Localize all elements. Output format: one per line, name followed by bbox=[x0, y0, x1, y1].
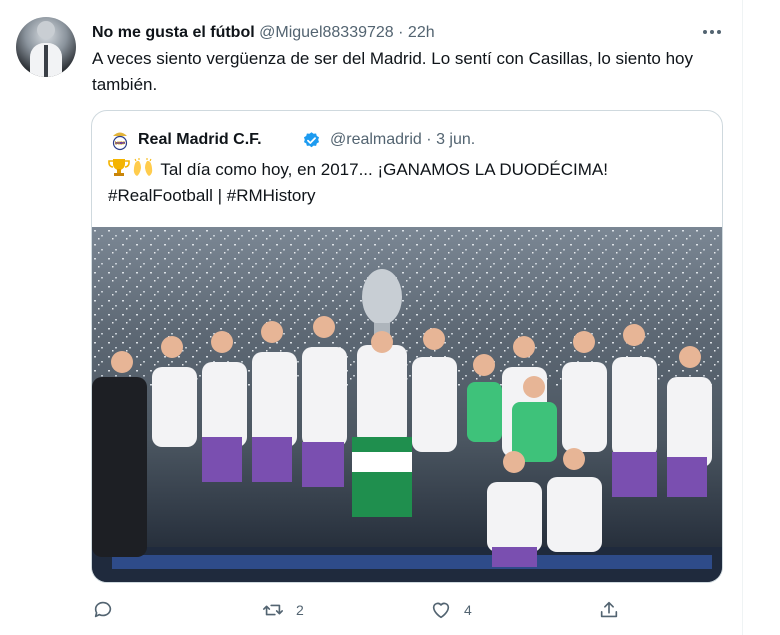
header-separator: · bbox=[398, 24, 404, 41]
retweet-count: 2 bbox=[296, 602, 304, 618]
quoted-date[interactable]: 3 jun. bbox=[436, 131, 475, 148]
like-icon bbox=[432, 602, 450, 619]
quoted-handle[interactable]: @realmadrid bbox=[330, 131, 422, 148]
quoted-hashtags[interactable]: #RealFootball | #RMHistory bbox=[108, 183, 708, 209]
share-button[interactable] bbox=[598, 596, 632, 624]
quoted-text-line1: Tal día como hoy, en 2017... ¡GANAMOS LA… bbox=[160, 160, 608, 179]
celebration-photo-illustration bbox=[92, 227, 722, 582]
avatar[interactable] bbox=[16, 17, 76, 77]
quoted-author-name[interactable]: Real Madrid C.F. bbox=[138, 127, 262, 153]
quoted-text: Tal día como hoy, en 2017... ¡GANAMOS LA… bbox=[108, 157, 708, 209]
author-name[interactable]: No me gusta el fútbol bbox=[92, 24, 255, 41]
share-icon bbox=[600, 601, 618, 618]
verified-badge-icon bbox=[303, 132, 320, 148]
reply-button[interactable] bbox=[92, 596, 126, 624]
tweet-time[interactable]: 22h bbox=[408, 24, 435, 41]
avatar-trophy bbox=[37, 21, 55, 39]
quoted-separator: · bbox=[426, 131, 432, 148]
tweet-text: A veces siento vergüenza de ser del Madr… bbox=[92, 49, 694, 94]
quoted-tweet[interactable]: MCF Real Madrid C.F. @realmadrid · 3 jun… bbox=[91, 110, 723, 583]
reply-icon bbox=[94, 601, 112, 618]
more-icon bbox=[703, 30, 707, 34]
like-button[interactable]: 4 bbox=[430, 596, 472, 624]
timeline-border bbox=[742, 0, 743, 635]
more-button[interactable] bbox=[696, 18, 728, 46]
svg-text:MCF: MCF bbox=[115, 141, 126, 147]
retweet-icon bbox=[263, 604, 283, 616]
real-madrid-crest-icon: MCF bbox=[112, 132, 128, 151]
tweet-actions: 2 4 bbox=[92, 596, 732, 624]
trophy-emoji bbox=[108, 159, 130, 176]
like-count: 4 bbox=[464, 602, 472, 618]
tweet-header: No me gusta el fútbol @Miguel88339728 · … bbox=[92, 21, 435, 45]
quoted-photo[interactable] bbox=[92, 227, 722, 582]
raising-hands-emoji bbox=[133, 158, 153, 176]
author-handle[interactable]: @Miguel88339728 bbox=[259, 24, 394, 41]
retweet-button[interactable]: 2 bbox=[262, 596, 304, 624]
